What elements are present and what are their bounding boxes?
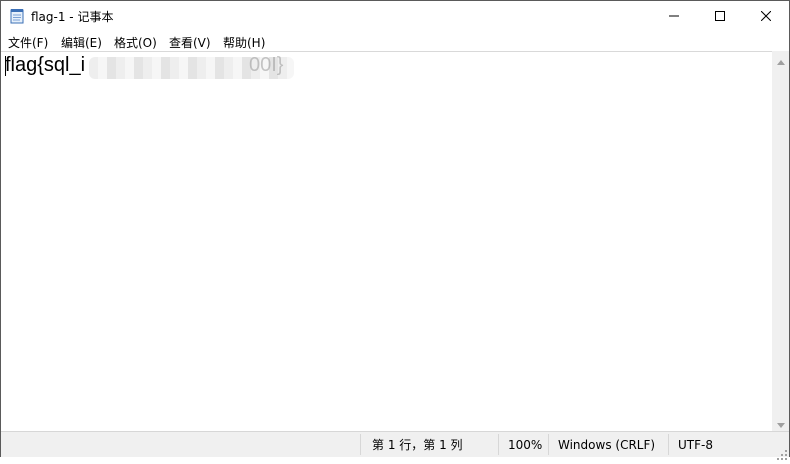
scroll-down-button[interactable]: [772, 414, 789, 431]
minimize-icon: [669, 11, 679, 21]
vertical-scrollbar[interactable]: [772, 51, 789, 431]
chevron-down-icon: [776, 413, 785, 432]
status-bar: 第 1 行，第 1 列 100% Windows (CRLF) UTF-8: [1, 431, 789, 460]
status-separator: [360, 434, 361, 455]
editor-text: flag{sql_i: [5, 54, 86, 76]
menu-format[interactable]: 格式(O): [114, 34, 157, 51]
menu-file[interactable]: 文件(F): [8, 34, 48, 51]
status-position: 第 1 行，第 1 列: [372, 438, 463, 452]
notepad-window: flag-1 - 记事本 文件(F) 编辑(E) 格式(O) 查看(V) 帮助(…: [0, 0, 790, 460]
resize-grip-icon[interactable]: [777, 445, 787, 460]
notepad-icon: [9, 8, 25, 24]
menu-view[interactable]: 查看(V): [169, 34, 211, 51]
menu-bar: 文件(F) 编辑(E) 格式(O) 查看(V) 帮助(H): [1, 31, 789, 51]
maximize-icon: [715, 11, 725, 21]
status-zoom: 100%: [508, 437, 543, 452]
text-editor[interactable]: flag{sql_i 00I}: [1, 51, 772, 432]
close-icon: [761, 11, 771, 21]
editor-text-tail: 00I}: [249, 54, 284, 76]
status-line-ending: Windows (CRLF): [558, 437, 656, 452]
title-bar[interactable]: flag-1 - 记事本: [1, 1, 789, 31]
status-separator: [498, 434, 499, 455]
close-button[interactable]: [743, 1, 789, 31]
status-separator: [668, 434, 669, 455]
menu-help[interactable]: 帮助(H): [223, 34, 265, 51]
menu-edit[interactable]: 编辑(E): [61, 34, 102, 51]
chevron-up-icon: [776, 50, 785, 69]
maximize-button[interactable]: [697, 1, 743, 31]
scroll-up-button[interactable]: [772, 51, 789, 68]
text-caret: [5, 56, 6, 76]
window-title: flag-1 - 记事本: [31, 10, 114, 24]
status-separator: [548, 434, 549, 455]
minimize-button[interactable]: [651, 1, 697, 31]
status-encoding: UTF-8: [678, 437, 713, 452]
